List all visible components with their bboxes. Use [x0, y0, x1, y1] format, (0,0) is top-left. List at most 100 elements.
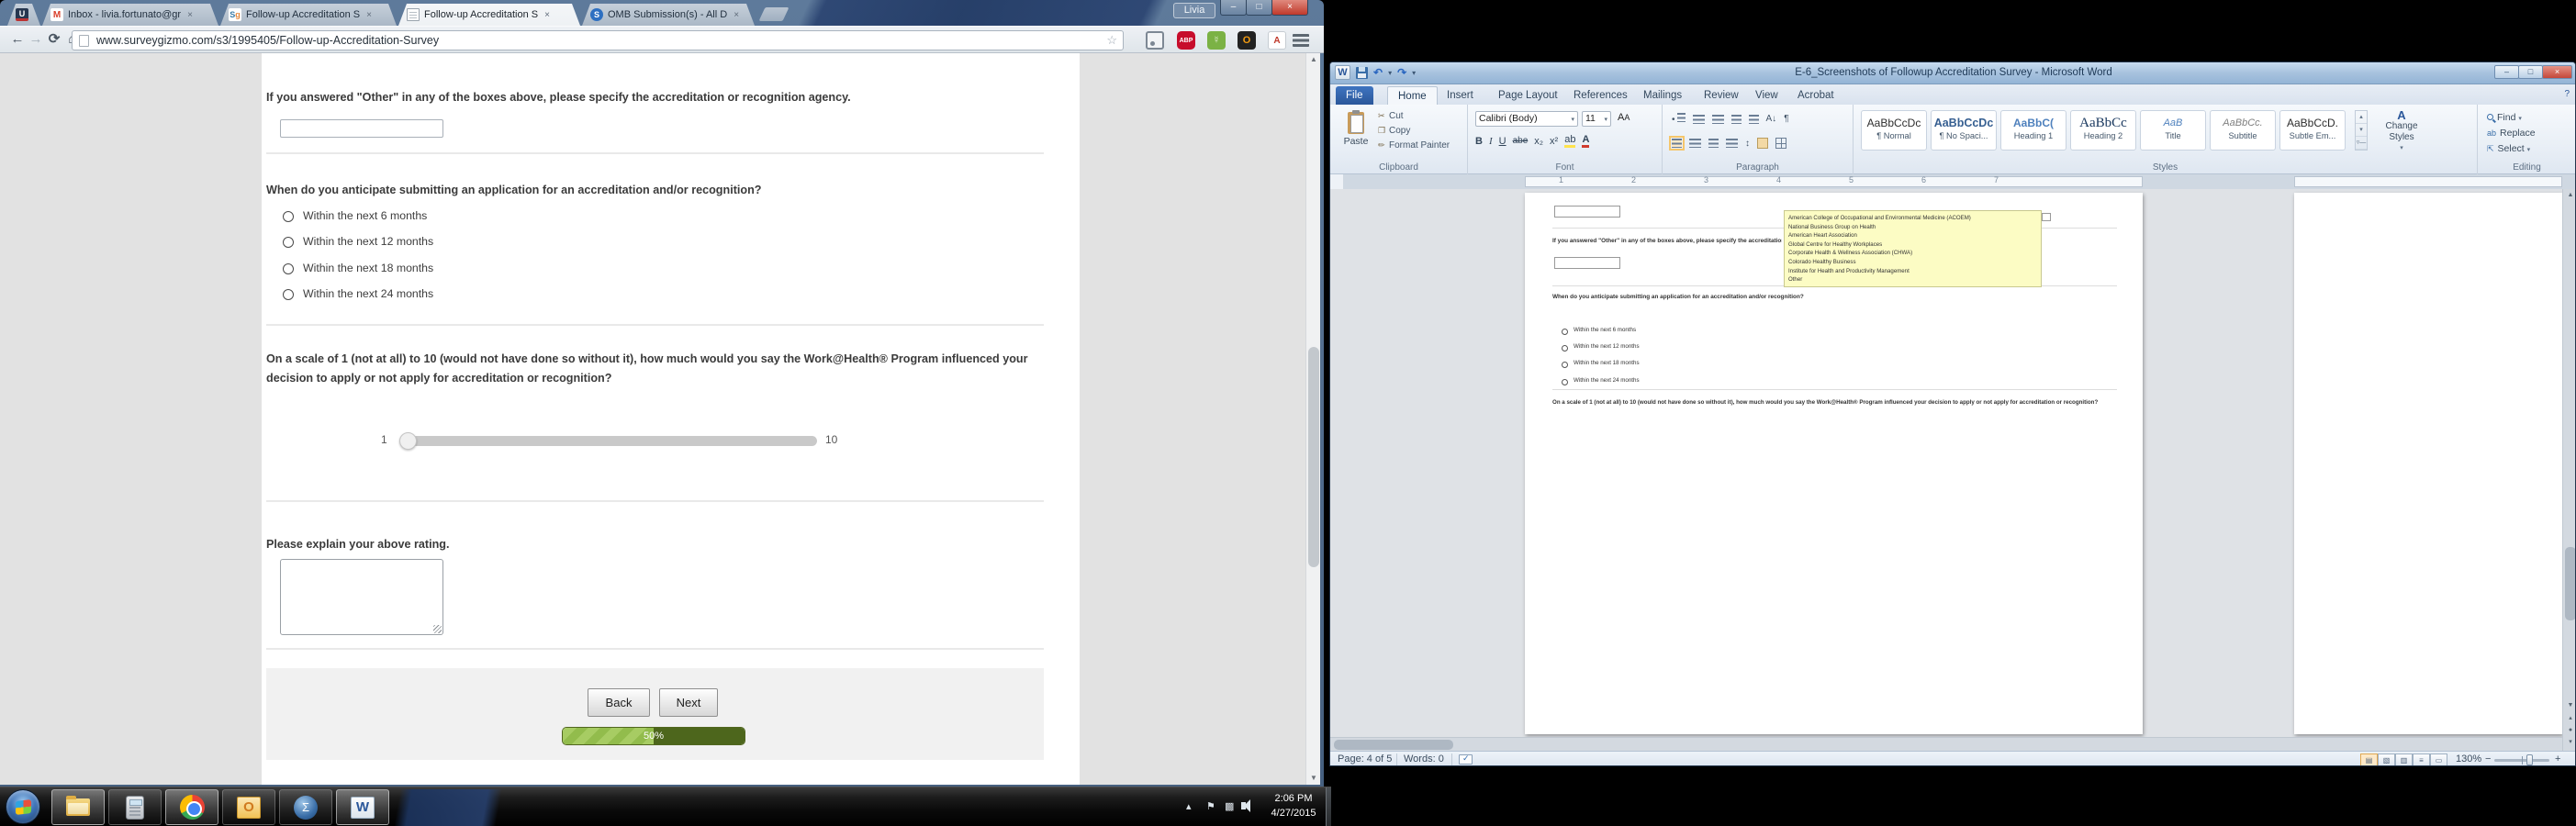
- taskbar-outlook-button[interactable]: O: [222, 789, 275, 825]
- font-name-dropdown[interactable]: Calibri (Body) ▾: [1475, 111, 1578, 127]
- document-page-4[interactable]: American College of Occupational and Env…: [1525, 193, 2143, 734]
- font-color-button[interactable]: A: [1582, 134, 1590, 148]
- fullscreen-view-button[interactable]: ▧: [2378, 753, 2395, 765]
- address-bar[interactable]: www.surveygizmo.com/s3/1995405/Follow-up…: [72, 30, 1124, 50]
- next-button[interactable]: Next: [659, 688, 718, 717]
- tab-references[interactable]: References: [1563, 86, 1638, 105]
- zoom-in-icon[interactable]: +: [2555, 753, 2560, 765]
- taskbar-stats-app-button[interactable]: Σ: [279, 789, 332, 825]
- document-page-5[interactable]: [2294, 193, 2562, 734]
- radio-button-icon[interactable]: [283, 262, 294, 274]
- replace-button[interactable]: ab Replace: [2487, 128, 2536, 143]
- taskbar-chrome-button[interactable]: [165, 789, 218, 825]
- next-page-icon[interactable]: ▾: [2564, 736, 2575, 749]
- gallery-up-icon[interactable]: ▴: [2356, 111, 2367, 124]
- close-button[interactable]: ×: [2542, 65, 2572, 79]
- draft-view-button[interactable]: ▭: [2430, 753, 2447, 765]
- bullets-button[interactable]: •: [1672, 113, 1686, 125]
- forward-icon[interactable]: →: [26, 29, 46, 50]
- print-layout-view-button[interactable]: ▤: [2360, 753, 2378, 765]
- word-logo-icon[interactable]: W: [1335, 65, 1350, 80]
- italic-button[interactable]: I: [1489, 136, 1493, 147]
- help-icon[interactable]: ?: [2564, 89, 2570, 99]
- maximize-button[interactable]: □: [1246, 0, 1272, 16]
- tab-survey-active[interactable]: Follow-up Accreditation S ×: [398, 4, 580, 26]
- tab-omb-submissions[interactable]: S OMB Submission(s) - All D ×: [582, 4, 755, 26]
- scroll-down-icon[interactable]: ▼: [1306, 772, 1321, 785]
- network-icon[interactable]: ▩: [1225, 800, 1234, 812]
- chrome-profile-button[interactable]: Livia: [1173, 3, 1215, 18]
- style-chip[interactable]: AaBbCc Heading 2: [2070, 110, 2136, 151]
- radio-button-icon[interactable]: [283, 289, 294, 301]
- close-button[interactable]: ×: [1271, 0, 1308, 16]
- agency-text-input[interactable]: [280, 119, 443, 138]
- tab-close-icon[interactable]: ×: [187, 10, 193, 20]
- superscript-button[interactable]: x²: [1550, 136, 1558, 147]
- outline-view-button[interactable]: ≡: [2413, 753, 2430, 765]
- font-size-dropdown[interactable]: 11 ▾: [1582, 111, 1611, 127]
- undo-dropdown-icon[interactable]: ▾: [1388, 69, 1392, 77]
- redo-icon[interactable]: ↷: [1397, 66, 1406, 79]
- tab-home[interactable]: Home: [1387, 86, 1438, 105]
- tab-pinned-u[interactable]: U: [7, 4, 40, 26]
- decrease-indent-button[interactable]: [1730, 114, 1742, 124]
- evernote-extension-icon[interactable]: ☿: [1207, 31, 1226, 50]
- style-chip[interactable]: AaB Title: [2140, 110, 2206, 151]
- chrome-menu-icon[interactable]: [1293, 34, 1309, 47]
- tab-page-layout[interactable]: Page Layout: [1488, 86, 1568, 105]
- taskbar-explorer-button[interactable]: [51, 789, 105, 825]
- explain-rating-textarea[interactable]: [280, 559, 443, 635]
- url-text[interactable]: www.surveygizmo.com/s3/1995405/Follow-up…: [96, 34, 439, 47]
- volume-icon[interactable]: [1241, 799, 1250, 812]
- tab-review[interactable]: Review: [1694, 86, 1749, 105]
- scroll-down-icon[interactable]: ▼: [2564, 699, 2575, 712]
- gallery-down-icon[interactable]: ▾: [2356, 124, 2367, 137]
- grow-font-button[interactable]: AA: [1615, 111, 1633, 127]
- style-chip[interactable]: AaBbCcDc ¶ Normal: [1861, 110, 1927, 151]
- paste-button[interactable]: Paste: [1338, 109, 1374, 159]
- numbering-button[interactable]: [1692, 114, 1705, 124]
- style-chip[interactable]: AaBbCcDc ¶ No Spaci...: [1931, 110, 1997, 151]
- tab-gmail-inbox[interactable]: M Inbox - livia.fortunato@gr ×: [42, 4, 218, 26]
- format-painter-button[interactable]: ✏ Format Painter: [1378, 140, 1450, 155]
- align-right-button[interactable]: [1708, 139, 1719, 148]
- strikethrough-button[interactable]: abe: [1513, 136, 1529, 146]
- save-icon[interactable]: [1356, 66, 1368, 79]
- style-chip[interactable]: AaBbC( Heading 1: [2000, 110, 2066, 151]
- rating-slider-handle[interactable]: [399, 432, 417, 450]
- increase-indent-button[interactable]: [1748, 114, 1759, 124]
- rating-slider-track[interactable]: [411, 436, 817, 446]
- style-chip[interactable]: AaBbCc. Subtitle: [2210, 110, 2276, 151]
- scroll-up-icon[interactable]: ▲: [2564, 189, 2575, 202]
- align-left-button[interactable]: [1669, 136, 1685, 151]
- select-button[interactable]: ⇱ Select ▾: [2487, 143, 2536, 159]
- scroll-up-icon[interactable]: ▲: [1306, 53, 1321, 66]
- tab-mailings[interactable]: Mailings: [1633, 86, 1692, 105]
- adblock-extension-icon[interactable]: ABP: [1177, 31, 1195, 50]
- tray-chevron-icon[interactable]: ▴: [1186, 800, 1192, 812]
- previous-page-icon[interactable]: ▴: [2564, 712, 2575, 725]
- word-vertical-scrollbar[interactable]: ▲ ▼ ▴ ● ▾: [2562, 189, 2575, 751]
- tab-view[interactable]: View: [1745, 86, 1788, 105]
- show-desktop-button[interactable]: [1326, 787, 1331, 826]
- action-center-flag-icon[interactable]: ⚑: [1206, 800, 1215, 812]
- highlight-button[interactable]: ab: [1564, 134, 1576, 148]
- subscript-button[interactable]: x₂: [1534, 136, 1543, 147]
- vscroll-thumb[interactable]: [2565, 547, 2575, 620]
- tab-file[interactable]: File: [1336, 86, 1373, 105]
- tab-insert[interactable]: Insert: [1437, 86, 1484, 105]
- underline-button[interactable]: U: [1499, 136, 1506, 147]
- start-button[interactable]: [6, 789, 40, 824]
- word-horizontal-scrollbar[interactable]: [1330, 737, 2562, 751]
- zoom-slider-thumb[interactable]: [2526, 754, 2533, 765]
- taskbar-clock[interactable]: 2:06 PM 4/27/2015: [1261, 791, 1326, 820]
- minimize-button[interactable]: –: [2494, 65, 2519, 79]
- new-tab-button[interactable]: [758, 7, 790, 21]
- radio-button-icon[interactable]: [283, 237, 294, 249]
- radio-button-icon[interactable]: [283, 211, 294, 222]
- style-chip[interactable]: AaBbCcD. Subtle Em...: [2279, 110, 2346, 151]
- tab-acrobat[interactable]: Acrobat: [1787, 86, 1844, 105]
- pdf-extension-icon[interactable]: A: [1268, 31, 1286, 50]
- justify-button[interactable]: [1726, 139, 1738, 148]
- hscroll-thumb[interactable]: [1334, 740, 1453, 750]
